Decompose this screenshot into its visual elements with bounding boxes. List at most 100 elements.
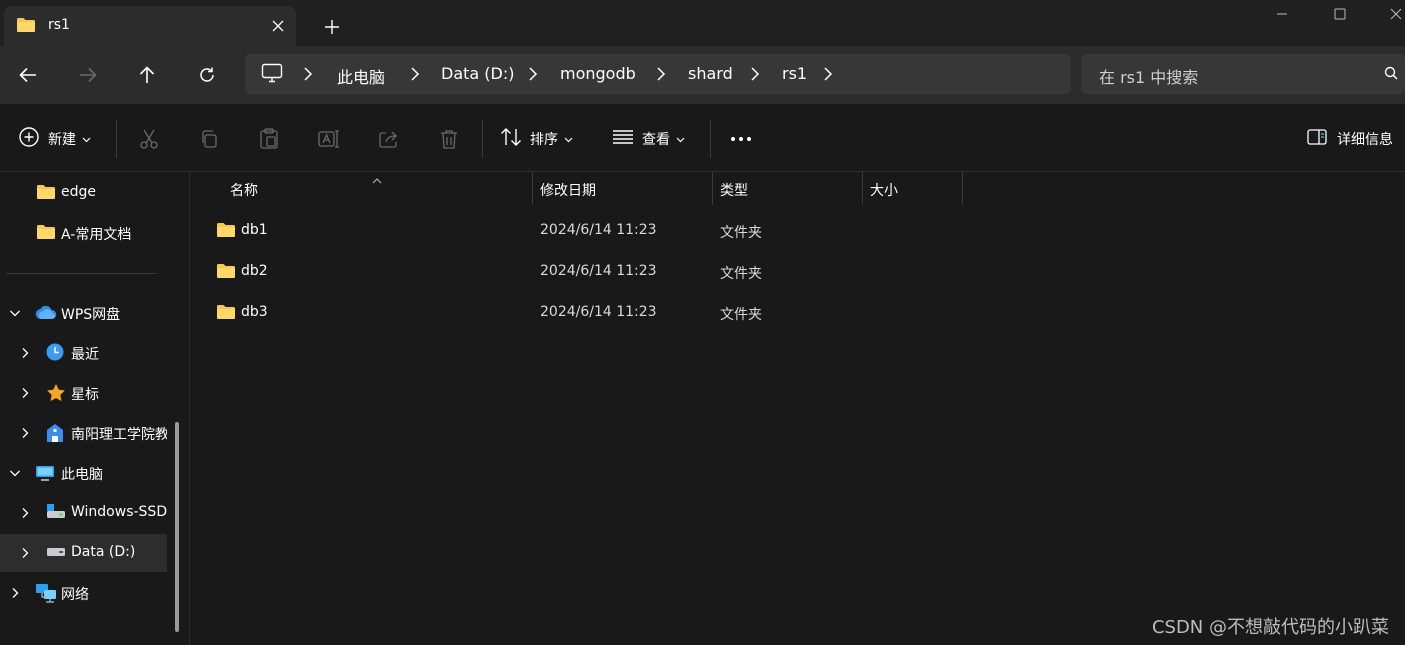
search-placeholder: 在 rs1 中搜索 — [1099, 68, 1199, 87]
column-header-name[interactable]: 名称 — [222, 172, 533, 205]
drive-icon — [46, 503, 66, 523]
chevron-right-icon[interactable] — [19, 347, 31, 359]
chevron-right-icon[interactable] — [19, 507, 31, 519]
file-row[interactable]: db2 2024/6/14 11:23 文件夹 — [207, 253, 1357, 291]
column-header-modified[interactable]: 修改日期 — [532, 172, 712, 205]
sort-button[interactable]: 排序 — [500, 124, 573, 154]
chevron-right-icon[interactable] — [19, 547, 31, 559]
cloud-icon — [35, 305, 57, 324]
arrow-up-icon[interactable] — [133, 61, 161, 89]
chevron-right-icon[interactable] — [19, 387, 31, 399]
chevron-right-icon[interactable] — [19, 427, 31, 439]
toolbar-divider — [116, 120, 117, 158]
chevron-down-icon — [676, 131, 685, 147]
file-type: 文件夹 — [720, 266, 762, 282]
sidebar-item-windows-ssd[interactable]: Windows-SSD — [0, 494, 167, 532]
pc-icon — [35, 465, 55, 486]
sidebar-item-edge[interactable]: edge — [0, 174, 167, 212]
close-tab-icon[interactable] — [266, 14, 290, 38]
folder-icon — [16, 17, 36, 37]
file-type: 文件夹 — [720, 225, 762, 241]
details-pane-icon — [1307, 129, 1327, 149]
view-button[interactable]: 查看 — [612, 124, 685, 154]
sidebar-item-this-pc[interactable]: 此电脑 — [0, 454, 167, 492]
arrow-left-icon[interactable] — [14, 61, 42, 89]
sidebar-item-wps-cloud[interactable]: WPS网盘 — [0, 294, 167, 332]
breadcrumb-rs1[interactable]: rs1 — [782, 64, 807, 83]
refresh-icon[interactable] — [193, 61, 221, 89]
share-icon[interactable] — [376, 126, 402, 152]
building-icon — [46, 423, 64, 447]
navigation-pane: edge A-常用文档 WPS网盘 最近 星标 南阳理工学院教 此电脑 Wind… — [0, 172, 190, 645]
column-divider[interactable] — [962, 172, 963, 205]
more-options-icon[interactable] — [728, 126, 754, 152]
maximize-icon[interactable] — [1328, 2, 1352, 26]
clock-icon — [46, 343, 64, 365]
minimize-icon[interactable] — [1270, 2, 1294, 26]
breadcrumb-data-d[interactable]: Data (D:) — [441, 64, 514, 83]
watermark-text: CSDN @不想敲代码的小趴菜 — [1151, 617, 1389, 638]
file-row[interactable]: db1 2024/6/14 11:23 文件夹 — [207, 212, 1357, 250]
details-pane-button[interactable]: 详细信息 — [1307, 124, 1393, 154]
breadcrumb-this-pc[interactable]: 此电脑 — [337, 64, 385, 88]
command-bar: 新建 排序 查看 详细信息 — [0, 104, 1405, 172]
column-header-label: 名称 — [230, 183, 258, 199]
column-header-size[interactable]: 大小 — [862, 172, 962, 205]
new-tab-icon[interactable] — [318, 13, 346, 41]
file-modified: 2024/6/14 11:23 — [540, 304, 657, 320]
sidebar-item-label: WPS网盘 — [61, 307, 121, 323]
file-row[interactable]: db3 2024/6/14 11:23 文件夹 — [207, 294, 1357, 332]
sidebar-item-label: 星标 — [71, 387, 99, 403]
toolbar-divider — [710, 120, 711, 158]
folder-icon — [216, 304, 236, 324]
title-bar: rs1 — [0, 0, 1405, 46]
chevron-right-icon[interactable] — [823, 66, 837, 82]
file-modified: 2024/6/14 11:23 — [540, 222, 657, 238]
tab-rs1[interactable]: rs1 — [4, 6, 296, 46]
file-modified: 2024/6/14 11:23 — [540, 263, 657, 279]
breadcrumb-mongodb[interactable]: mongodb — [560, 64, 636, 83]
rename-icon[interactable] — [316, 126, 342, 152]
delete-icon[interactable] — [436, 126, 462, 152]
address-bar[interactable]: 此电脑 Data (D:) mongodb shard rs1 — [245, 54, 1071, 94]
search-icon[interactable] — [1384, 66, 1398, 84]
sidebar-item-data-d[interactable]: Data (D:) — [0, 534, 167, 572]
chevron-right-icon[interactable] — [750, 66, 764, 82]
column-header-type[interactable]: 类型 — [712, 172, 862, 205]
close-window-icon[interactable] — [1384, 2, 1405, 26]
sidebar-item-label: Windows-SSD — [71, 504, 167, 520]
sidebar-item-common-docs[interactable]: A-常用文档 — [0, 214, 167, 252]
search-input[interactable]: 在 rs1 中搜索 — [1081, 54, 1405, 94]
chevron-right-icon[interactable] — [410, 66, 424, 82]
column-header-label: 大小 — [870, 183, 898, 199]
sidebar-item-recent[interactable]: 最近 — [0, 334, 167, 372]
sidebar-item-label: 网络 — [61, 587, 89, 603]
chevron-down-icon[interactable] — [9, 307, 21, 319]
monitor-icon — [261, 63, 283, 87]
chevron-right-icon[interactable] — [9, 587, 21, 599]
folder-icon — [36, 184, 56, 204]
cut-icon[interactable] — [136, 126, 162, 152]
column-header-label: 类型 — [720, 183, 748, 199]
sidebar-item-network[interactable]: 网络 — [0, 574, 167, 612]
paste-icon[interactable] — [256, 126, 282, 152]
sort-label: 排序 — [530, 132, 558, 148]
sidebar-item-nyist[interactable]: 南阳理工学院教 — [0, 414, 167, 452]
breadcrumb-shard[interactable]: shard — [688, 64, 733, 83]
chevron-right-icon[interactable] — [528, 66, 542, 82]
chevron-right-icon[interactable] — [303, 66, 317, 82]
chevron-right-icon[interactable] — [656, 66, 670, 82]
navigation-bar: 此电脑 Data (D:) mongodb shard rs1 在 rs1 中搜… — [0, 46, 1405, 104]
sidebar-item-label: A-常用文档 — [61, 227, 132, 243]
star-icon — [46, 383, 66, 406]
column-header-label: 修改日期 — [540, 183, 596, 199]
sidebar-item-starred[interactable]: 星标 — [0, 374, 167, 412]
copy-icon[interactable] — [196, 126, 222, 152]
file-type: 文件夹 — [720, 307, 762, 323]
view-lines-icon — [612, 129, 634, 149]
folder-icon — [216, 263, 236, 283]
arrow-right-icon[interactable] — [74, 61, 102, 89]
new-button[interactable]: 新建 — [18, 124, 91, 154]
sidebar-scrollbar[interactable] — [175, 422, 179, 632]
chevron-down-icon[interactable] — [9, 467, 21, 479]
